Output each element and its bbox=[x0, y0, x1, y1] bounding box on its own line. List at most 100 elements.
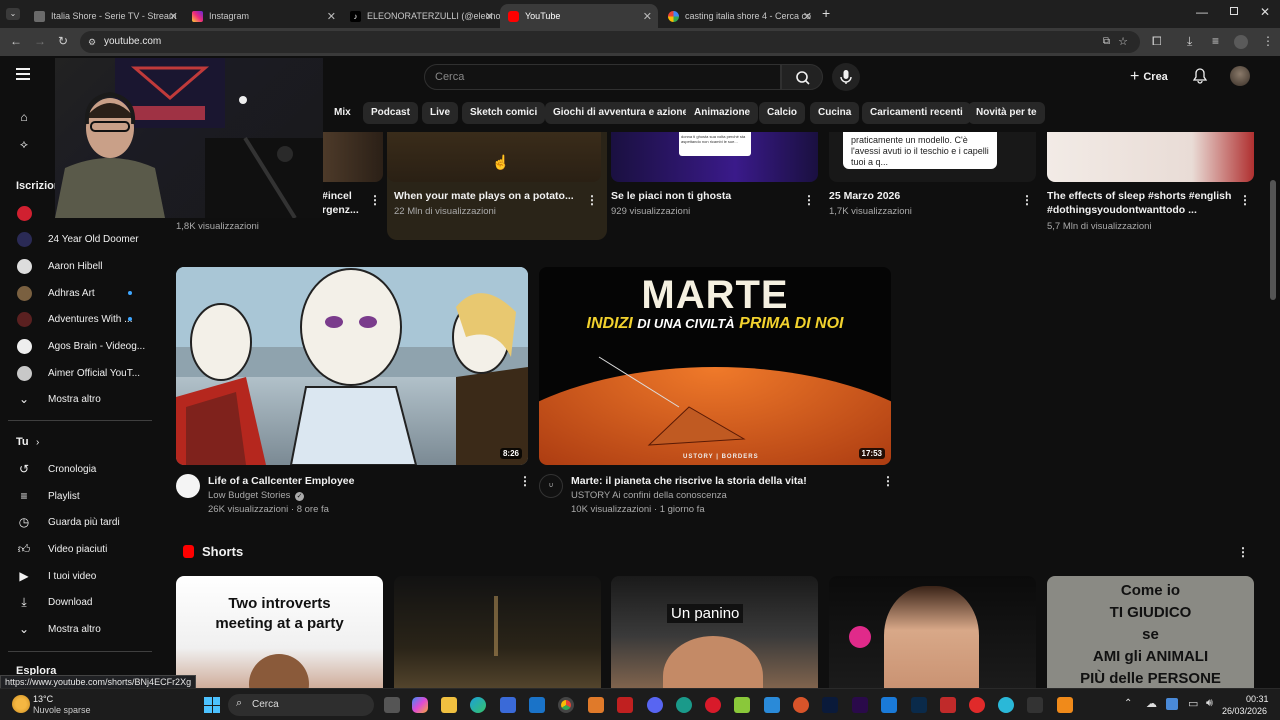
video-title[interactable]: When your mate plays on a potato... bbox=[394, 189, 574, 203]
channel-name[interactable]: Low Budget Stories ✓ bbox=[208, 490, 305, 501]
vscode-icon[interactable] bbox=[881, 697, 897, 713]
outlook-icon[interactable] bbox=[529, 697, 545, 713]
bookmark-star-icon[interactable]: ☆ bbox=[1118, 31, 1128, 53]
app-icon[interactable] bbox=[676, 697, 692, 713]
chip-giochi-avventura[interactable]: Giochi di avventura e azione bbox=[545, 102, 697, 124]
close-tab-icon[interactable]: ✕ bbox=[643, 10, 652, 23]
forward-arrow-icon[interactable]: → bbox=[34, 34, 46, 48]
extensions-icon[interactable]: ⧠ bbox=[1152, 34, 1162, 49]
video-thumbnail[interactable] bbox=[1047, 132, 1254, 182]
app-icon[interactable] bbox=[588, 697, 604, 713]
page-scrollbar[interactable] bbox=[1270, 180, 1276, 300]
sidebar-show-more-you[interactable]: ⌄ Mostra altro bbox=[0, 616, 150, 642]
profile-avatar-icon[interactable] bbox=[1234, 35, 1248, 49]
browser-tab-tiktok[interactable]: ♪ ELEONORATERZULLI (@eleono ✕ bbox=[342, 4, 500, 28]
terminal-icon[interactable] bbox=[1027, 697, 1043, 713]
close-tab-icon[interactable]: ✕ bbox=[169, 10, 178, 23]
more-options-icon[interactable]: ⋮ bbox=[1239, 193, 1251, 207]
sidebar-item-playlist[interactable]: ≡ Playlist bbox=[0, 483, 150, 509]
sidebar-item-guarda-piu-tardi[interactable]: ◷ Guarda più tardi bbox=[0, 509, 150, 535]
video-thumbnail[interactable]: praticamente un modello. C'è l'avessi av… bbox=[829, 132, 1036, 182]
media-control-icon[interactable]: ≡ bbox=[1212, 34, 1219, 48]
more-options-icon[interactable]: ⋮ bbox=[586, 193, 598, 207]
sidebar-item-i-tuoi-video[interactable]: ▶ I tuoi video bbox=[0, 563, 150, 589]
video-thumbnail-marte[interactable]: MARTE INDIZI DI UNA CIVILTÀ PRIMA DI NOI… bbox=[539, 267, 891, 465]
photoshop-icon[interactable] bbox=[911, 697, 927, 713]
channel-avatar[interactable] bbox=[176, 474, 200, 498]
more-options-icon[interactable]: ⋮ bbox=[369, 193, 381, 207]
notifications-bell-icon[interactable] bbox=[1192, 68, 1208, 89]
weather-temp[interactable]: 13°C bbox=[33, 694, 53, 704]
short-thumbnail[interactable]: Two introverts meeting at a party bbox=[176, 576, 383, 688]
obs-icon[interactable] bbox=[969, 697, 985, 713]
more-options-icon[interactable]: ⋮ bbox=[519, 474, 531, 488]
clock-time[interactable]: 00:31 bbox=[1246, 694, 1269, 704]
more-options-icon[interactable]: ⋮ bbox=[1021, 193, 1033, 207]
guide-menu-icon[interactable] bbox=[16, 68, 30, 80]
short-thumbnail[interactable] bbox=[829, 576, 1036, 688]
more-options-icon[interactable]: ⋮ bbox=[803, 193, 815, 207]
sidebar-item-aaron-hibell[interactable]: Aaron Hibell bbox=[0, 253, 150, 279]
reload-icon[interactable]: ↻ bbox=[58, 34, 68, 48]
app-icon[interactable] bbox=[734, 697, 750, 713]
network-icon[interactable]: ☁ bbox=[1146, 697, 1157, 710]
browser-tab-instagram[interactable]: Instagram ✕ bbox=[184, 4, 342, 28]
chip-mix[interactable]: Mix bbox=[326, 102, 359, 124]
channel-name[interactable]: USTORY Ai confini della conoscenza bbox=[571, 490, 727, 501]
chrome-icon[interactable] bbox=[558, 697, 574, 713]
premiere-pro-icon[interactable] bbox=[852, 697, 868, 713]
task-view-icon[interactable] bbox=[384, 697, 400, 713]
sidebar-item-aimer-official[interactable]: Aimer Official YouT... bbox=[0, 360, 150, 386]
chip-novita-per-te[interactable]: Novità per te bbox=[968, 102, 1045, 124]
back-arrow-icon[interactable]: ← bbox=[10, 34, 22, 48]
filezilla-icon[interactable] bbox=[617, 697, 633, 713]
more-options-icon[interactable]: ⋮ bbox=[882, 474, 894, 488]
app-icon[interactable] bbox=[764, 697, 780, 713]
discord-icon[interactable] bbox=[647, 697, 663, 713]
video-title[interactable]: 25 Marzo 2026 bbox=[829, 189, 1009, 203]
voice-search-button[interactable] bbox=[832, 63, 860, 91]
create-button[interactable]: + Crea bbox=[1130, 65, 1168, 89]
video-title[interactable]: The effects of sleep #shorts #english #d… bbox=[1047, 189, 1232, 217]
short-thumbnail[interactable]: Come io TI GIUDICO se AMI gli ANIMALI PI… bbox=[1047, 576, 1254, 688]
video-title[interactable]: Se le piaci non ti ghosta bbox=[611, 189, 791, 203]
browser-tab-google[interactable]: casting italia shore 4 - Cerca co ✕ bbox=[660, 4, 818, 28]
clock-date[interactable]: 26/03/2026 bbox=[1222, 706, 1267, 716]
video-thumbnail-callcenter[interactable]: 8:26 bbox=[176, 267, 528, 465]
site-info-icon[interactable]: ⚙ bbox=[88, 31, 96, 53]
chip-cucina[interactable]: Cucina bbox=[810, 102, 860, 124]
chip-live[interactable]: Live bbox=[422, 102, 459, 124]
short-thumbnail[interactable]: Un panino bbox=[611, 576, 818, 688]
sidebar-item-video-piaciuti[interactable]: 👍︎ Video piaciuti bbox=[0, 536, 150, 562]
display-icon[interactable]: ▭ bbox=[1188, 697, 1198, 710]
chip-animazione[interactable]: Animazione bbox=[686, 102, 759, 124]
search-button[interactable] bbox=[781, 64, 823, 90]
opera-icon[interactable] bbox=[705, 697, 721, 713]
sidebar-item-adventures-with[interactable]: Adventures With ... bbox=[0, 306, 150, 332]
sidebar-you-header[interactable]: Tu › bbox=[0, 429, 150, 455]
chip-calcio[interactable]: Calcio bbox=[759, 102, 806, 124]
browser-menu-icon[interactable]: ⋮ bbox=[1262, 34, 1274, 48]
minimize-window-icon[interactable]: — bbox=[1196, 5, 1208, 19]
tray-chevron-icon[interactable]: ⌃ bbox=[1124, 698, 1132, 709]
tab-search-icon[interactable]: ⌄ bbox=[6, 8, 20, 20]
volume-icon[interactable]: 🔊︎ bbox=[1206, 697, 1213, 710]
restore-window-icon[interactable] bbox=[1230, 7, 1238, 15]
close-tab-icon[interactable]: ✕ bbox=[485, 10, 494, 23]
tray-app-icon[interactable] bbox=[1166, 698, 1178, 710]
app-icon[interactable] bbox=[940, 697, 956, 713]
sidebar-item-adhras-art[interactable]: Adhras Art bbox=[0, 280, 150, 306]
vlc-icon[interactable] bbox=[1057, 697, 1073, 713]
file-explorer-icon[interactable] bbox=[441, 697, 457, 713]
new-tab-icon[interactable]: + bbox=[822, 5, 830, 21]
windows-start-icon[interactable] bbox=[204, 697, 220, 713]
account-avatar[interactable] bbox=[1230, 66, 1250, 86]
lightroom-classic-icon[interactable] bbox=[822, 697, 838, 713]
microsoft-store-icon[interactable] bbox=[500, 697, 516, 713]
search-input[interactable]: Cerca bbox=[424, 64, 781, 90]
sidebar-show-more-subscriptions[interactable]: ⌄ Mostra altro bbox=[0, 386, 150, 412]
close-window-icon[interactable]: ✕ bbox=[1260, 5, 1270, 19]
close-tab-icon[interactable]: ✕ bbox=[327, 10, 336, 23]
close-tab-icon[interactable]: ✕ bbox=[803, 10, 812, 23]
app-icon[interactable] bbox=[998, 697, 1014, 713]
